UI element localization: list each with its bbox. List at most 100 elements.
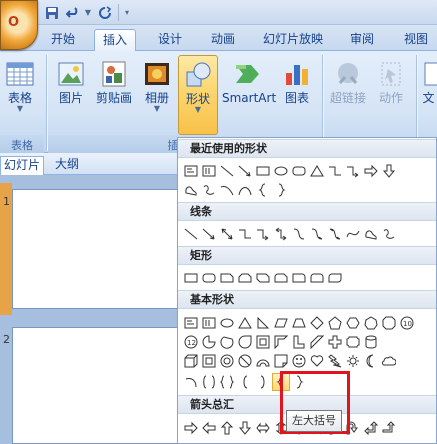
scribble-shape-icon[interactable] (380, 225, 398, 243)
tab-review[interactable]: 审阅 (344, 29, 380, 51)
smiley-face-shape-icon[interactable] (290, 352, 308, 370)
oval-shape-icon[interactable] (272, 162, 290, 180)
curved-connector-shape-icon[interactable] (290, 225, 308, 243)
undo-dropdown-icon[interactable]: ▼ (84, 4, 92, 21)
half-frame-shape-icon[interactable] (272, 333, 290, 351)
pie-shape-icon[interactable] (200, 333, 218, 351)
round-single-corner-rectangle-shape-icon[interactable] (290, 269, 308, 287)
tab-slideshow[interactable]: 幻灯片放映 (258, 29, 328, 51)
cube-shape-icon[interactable] (182, 352, 200, 370)
trapezoid-shape-icon[interactable] (290, 314, 308, 332)
right-arrow-shape-icon[interactable] (182, 419, 200, 437)
cloud-shape-icon[interactable] (380, 352, 398, 370)
smartart-button[interactable]: SmartArt (222, 55, 276, 105)
rounded-rectangle-shape-icon[interactable] (200, 269, 218, 287)
arrow-line-shape-icon[interactable] (236, 162, 254, 180)
double-brace-shape-icon[interactable] (218, 373, 236, 391)
curve-shape-icon[interactable] (344, 225, 362, 243)
line-shape-icon[interactable] (182, 225, 200, 243)
snip-single-corner-rectangle-shape-icon[interactable] (218, 269, 236, 287)
snip-same-side-rectangle-shape-icon[interactable] (236, 269, 254, 287)
teardrop-shape-icon[interactable] (236, 333, 254, 351)
curve-shape-icon[interactable] (218, 181, 236, 199)
diagonal-stripe-shape-icon[interactable] (308, 333, 326, 351)
left-right-arrow-shape-icon[interactable] (254, 419, 272, 437)
heart-shape-icon[interactable] (308, 352, 326, 370)
bevel-shape-icon[interactable] (200, 352, 218, 370)
elbow-arrow-connector-shape-icon[interactable] (254, 225, 272, 243)
can-shape-icon[interactable] (362, 333, 380, 351)
arrow-line-shape-icon[interactable] (200, 225, 218, 243)
hyperlink-button[interactable]: 超链接 (326, 55, 370, 105)
right-arrow-shape-icon[interactable] (362, 162, 380, 180)
rounded-rectangle-shape-icon[interactable] (290, 162, 308, 180)
tab-animations[interactable]: 动画 (203, 29, 243, 51)
folded-corner-shape-icon[interactable] (272, 352, 290, 370)
chart-button[interactable]: 图表 (278, 55, 316, 105)
right-triangle-shape-icon[interactable] (254, 314, 272, 332)
customize-qat-icon[interactable]: ▾ (122, 4, 132, 21)
frame-shape-icon[interactable] (254, 333, 272, 351)
pentagon-shape-icon[interactable] (326, 314, 344, 332)
vertical-textbox-shape-icon[interactable] (200, 314, 218, 332)
scribble-shape-icon[interactable] (200, 181, 218, 199)
isosceles-triangle-shape-icon[interactable] (236, 314, 254, 332)
freeform-shape-icon[interactable] (362, 225, 380, 243)
left-arrow-shape-icon[interactable] (200, 419, 218, 437)
slide-thumbnail[interactable] (12, 189, 178, 309)
elbow-double-arrow-shape-icon[interactable] (272, 225, 290, 243)
textbox-shape-icon[interactable] (182, 314, 200, 332)
office-button[interactable]: O (0, 0, 38, 50)
snip-round-rectangle-shape-icon[interactable] (272, 269, 290, 287)
tab-slides[interactable]: 幻灯片 (0, 156, 45, 175)
parallelogram-shape-icon[interactable] (272, 314, 290, 332)
photo-album-button[interactable]: 相册 ▼ (140, 55, 174, 113)
diamond-shape-icon[interactable] (308, 314, 326, 332)
down-arrow-shape-icon[interactable] (380, 162, 398, 180)
l-shape-icon[interactable] (290, 333, 308, 351)
tab-design[interactable]: 设计 (150, 29, 190, 51)
shapes-button[interactable]: 形状 ▼ (178, 55, 218, 135)
clipart-button[interactable]: 剪贴画 (94, 55, 134, 105)
plaque-shape-icon[interactable] (344, 333, 362, 351)
elbow-arrow-connector-shape-icon[interactable] (344, 162, 362, 180)
undo-icon[interactable] (64, 4, 82, 21)
redo-icon[interactable] (96, 4, 114, 21)
hexagon-shape-icon[interactable] (344, 314, 362, 332)
right-bracket-shape-icon[interactable] (254, 373, 272, 391)
textbox-button[interactable]: 文 (420, 55, 437, 105)
table-button[interactable]: 表格 ▼ (2, 55, 38, 113)
dodecagon-shape-icon[interactable]: 12 (182, 333, 200, 351)
picture-button[interactable]: 图片 (54, 55, 88, 105)
block-arc-shape-icon[interactable] (254, 352, 272, 370)
curved-double-arrow-shape-icon[interactable] (326, 225, 344, 243)
vertical-textbox-shape-icon[interactable] (200, 162, 218, 180)
rectangle-shape-icon[interactable] (182, 269, 200, 287)
arc-shape-icon[interactable] (236, 181, 254, 199)
action-button[interactable]: 动作 (372, 55, 410, 105)
sun-shape-icon[interactable] (344, 352, 362, 370)
right-brace-shape-icon[interactable] (272, 181, 290, 199)
triangle-shape-icon[interactable] (308, 162, 326, 180)
elbow-connector-shape-icon[interactable] (326, 162, 344, 180)
decagon-shape-icon[interactable]: 10 (398, 314, 416, 332)
chord-shape-icon[interactable] (218, 333, 236, 351)
left-bracket-shape-icon[interactable] (236, 373, 254, 391)
tab-view[interactable]: 视图 (398, 29, 434, 51)
snip-diagonal-rectangle-shape-icon[interactable] (254, 269, 272, 287)
arc-shape-icon[interactable] (182, 373, 200, 391)
double-arrow-line-shape-icon[interactable] (218, 225, 236, 243)
octagon-shape-icon[interactable] (380, 314, 398, 332)
line-shape-icon[interactable] (218, 162, 236, 180)
slide-thumbnail[interactable] (12, 327, 178, 444)
curved-arrow-connector-shape-icon[interactable] (308, 225, 326, 243)
round-same-side-rectangle-shape-icon[interactable] (308, 269, 326, 287)
elbow-connector-shape-icon[interactable] (236, 225, 254, 243)
down-arrow-shape-icon[interactable] (236, 419, 254, 437)
donut-shape-icon[interactable] (218, 352, 236, 370)
left-up-arrow-shape-icon[interactable] (362, 419, 380, 437)
rectangle-shape-icon[interactable] (254, 162, 272, 180)
oval-shape-icon[interactable] (218, 314, 236, 332)
tab-insert[interactable]: 插入 (94, 29, 136, 51)
heptagon-shape-icon[interactable] (362, 314, 380, 332)
